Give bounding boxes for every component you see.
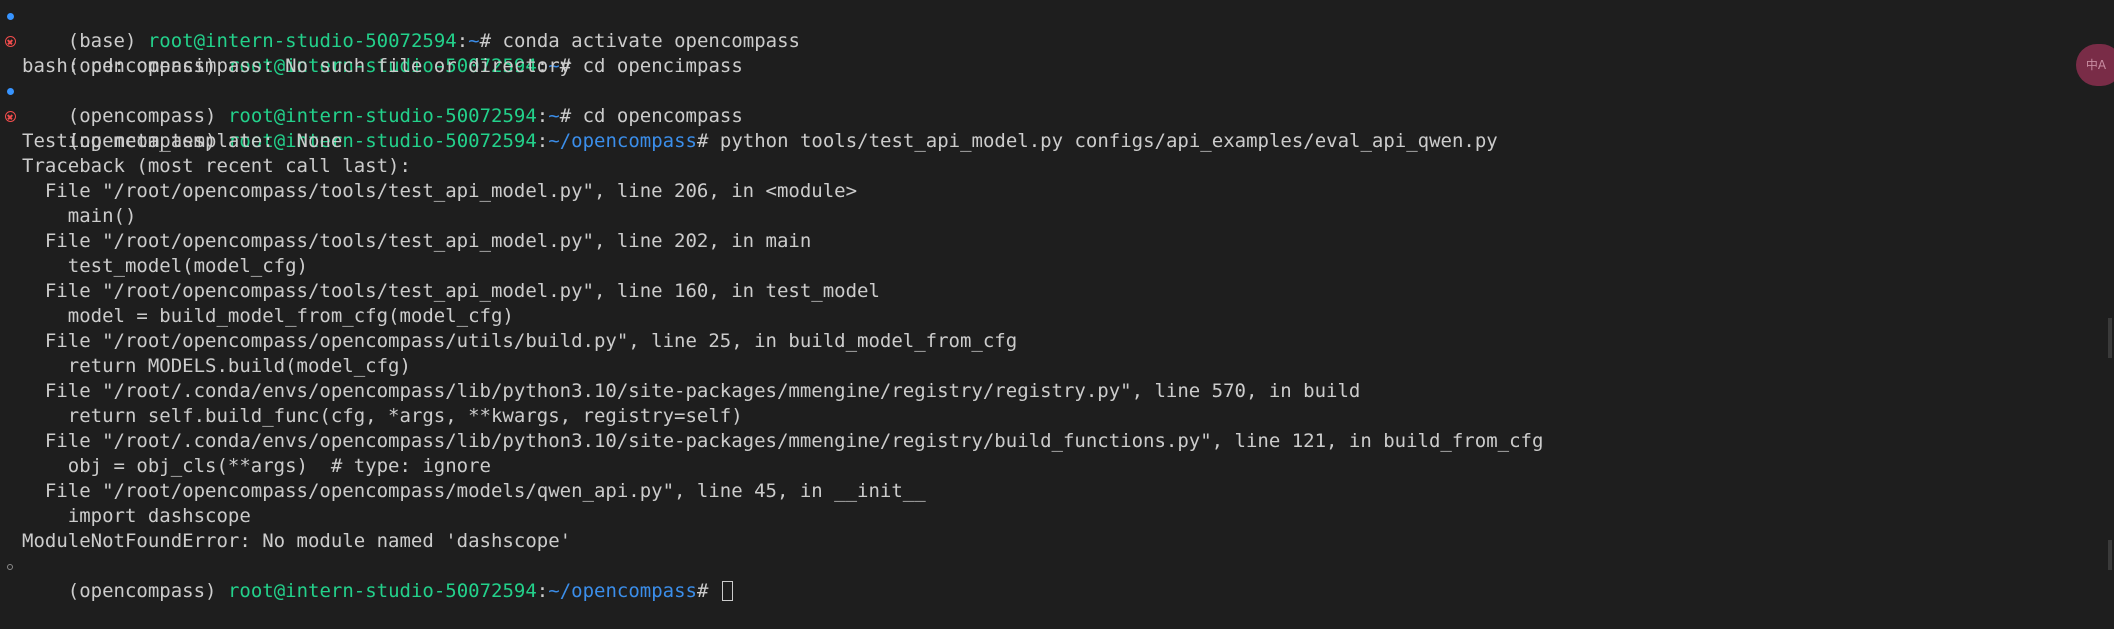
terminal-prompt-line: (opencompass) root@intern-studio-5007259… bbox=[0, 104, 2114, 152]
prompt-path: ~/opencompass bbox=[548, 580, 697, 602]
terminal-output-line: File "/root/opencompass/opencompass/mode… bbox=[22, 480, 926, 502]
terminal-output-line: File "/root/opencompass/opencompass/util… bbox=[22, 330, 1018, 352]
terminal-output-line: main() bbox=[22, 205, 137, 227]
terminal-output-line: File "/root/.conda/envs/opencompass/lib/… bbox=[22, 380, 1361, 402]
input-method-badge[interactable]: 中A bbox=[2076, 44, 2114, 86]
terminal-output-line: ModuleNotFoundError: No module named 'da… bbox=[22, 530, 572, 552]
command-success-icon[interactable] bbox=[3, 79, 17, 104]
terminal-output-line: File "/root/.conda/envs/opencompass/lib/… bbox=[22, 430, 1544, 452]
terminal-output-line: model = build_model_from_cfg(model_cfg) bbox=[22, 305, 514, 327]
terminal-output-line: return self.build_func(cfg, *args, **kwa… bbox=[22, 405, 743, 427]
terminal-prompt-line: (base) root@intern-studio-50072594:~# co… bbox=[0, 4, 2114, 52]
terminal-prompt-line: (opencompass) root@intern-studio-5007259… bbox=[0, 29, 2114, 77]
terminal-output-line: return MODELS.build(model_cfg) bbox=[22, 355, 411, 377]
terminal-output-line: File "/root/opencompass/tools/test_api_m… bbox=[22, 180, 858, 202]
scrollbar-marker[interactable] bbox=[2108, 318, 2112, 358]
command-error-icon[interactable] bbox=[3, 104, 17, 129]
scrollbar-marker[interactable] bbox=[2108, 540, 2112, 570]
prompt-colon: : bbox=[536, 580, 549, 602]
terminal-output-line: File "/root/opencompass/tools/test_api_m… bbox=[22, 230, 812, 252]
prompt-user-host: root@intern-studio-50072594 bbox=[227, 580, 537, 602]
conda-env-label: (opencompass) bbox=[67, 580, 217, 602]
command-idle-icon[interactable] bbox=[3, 554, 17, 579]
terminal-prompt-line: (opencompass) root@intern-studio-5007259… bbox=[0, 79, 2114, 127]
command-success-icon[interactable] bbox=[3, 4, 17, 29]
terminal-output-line: import dashscope bbox=[22, 505, 251, 527]
terminal-output-line: Testing meta_template: None bbox=[22, 130, 343, 152]
prompt-symbol: # bbox=[696, 580, 709, 602]
terminal-output-line: test_model(model_cfg) bbox=[22, 255, 308, 277]
terminal-output-line: File "/root/opencompass/tools/test_api_m… bbox=[22, 280, 880, 302]
terminal-output-line: obj = obj_cls(**args) # type: ignore bbox=[22, 455, 491, 477]
command-error-icon[interactable] bbox=[3, 29, 17, 54]
terminal-prompt-line-current[interactable]: (opencompass) root@intern-studio-5007259… bbox=[0, 554, 2114, 602]
terminal-output-line: bash: cd: opencimpass: No such file or d… bbox=[22, 55, 572, 77]
terminal-cursor[interactable] bbox=[721, 581, 733, 601]
terminal-output-line: Traceback (most recent call last): bbox=[22, 155, 411, 177]
input-method-label: 中A bbox=[2085, 58, 2107, 72]
terminal-panel[interactable]: (base) root@intern-studio-50072594:~# co… bbox=[0, 0, 2114, 602]
